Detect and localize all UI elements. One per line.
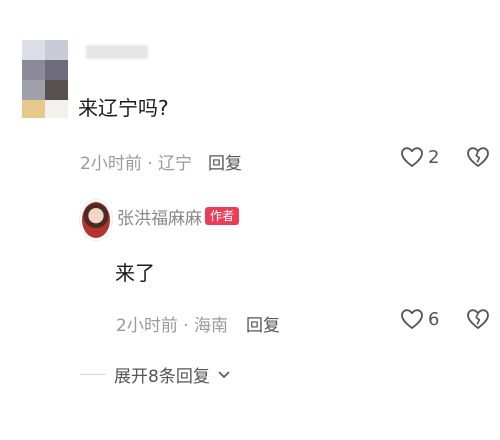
reply-meta: 2小时前 · 海南 [116, 311, 228, 336]
expand-replies-label: 展开8条回复 [114, 367, 210, 387]
reply-like-count: 6 [428, 308, 440, 330]
author-avatar[interactable] [80, 200, 112, 240]
commenter-name-redacted [86, 45, 148, 59]
comment-like-count: 2 [428, 146, 440, 168]
reply-location: 海南 [194, 316, 229, 336]
reply-text: 来了 [115, 261, 155, 285]
heart-outline-icon [400, 146, 424, 168]
meta-separator: · [147, 154, 159, 174]
comment-reply-button[interactable]: 回复 [208, 149, 242, 174]
comment-text: 来辽宁吗? [78, 96, 169, 120]
author-badge: 作者 [205, 207, 240, 225]
author-name[interactable]: 张洪福麻麻 [117, 204, 202, 229]
reply-like-button[interactable]: 6 [400, 308, 439, 330]
comment-meta: 2小时前 · 辽宁 [80, 149, 192, 174]
heart-outline-icon [400, 308, 424, 330]
comment-time: 2小时前 [80, 154, 142, 174]
reply-reply-button[interactable]: 回复 [246, 311, 280, 336]
chevron-down-icon [218, 370, 230, 380]
broken-heart-icon[interactable] [466, 308, 490, 330]
comment-location: 辽宁 [158, 154, 193, 174]
reply-time: 2小时前 [116, 316, 178, 336]
expand-divider [80, 374, 106, 375]
expand-replies-button[interactable]: 展开8条回复 [80, 362, 230, 387]
broken-heart-icon[interactable] [466, 146, 490, 168]
meta-separator: · [183, 316, 195, 336]
commenter-avatar[interactable] [22, 40, 68, 118]
comment-like-button[interactable]: 2 [400, 146, 439, 168]
